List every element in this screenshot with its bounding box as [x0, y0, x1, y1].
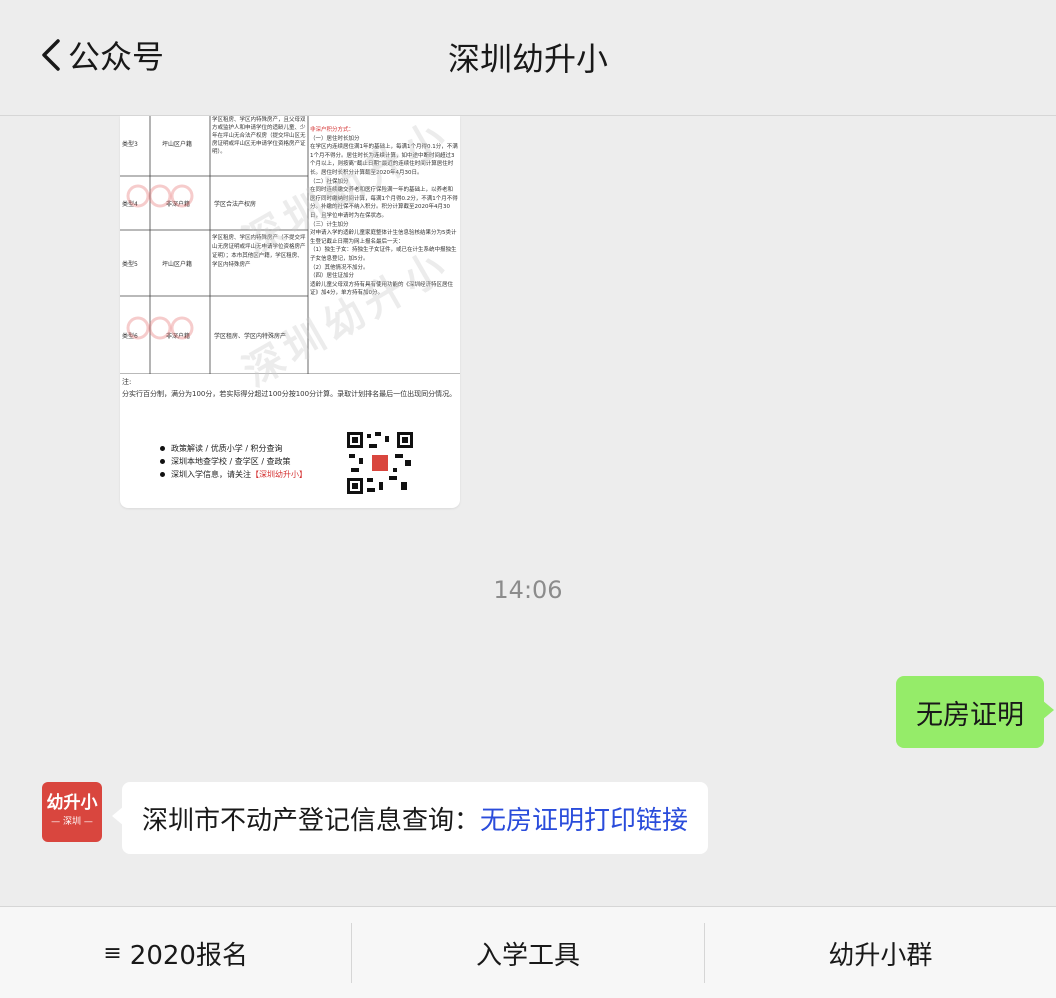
message-text: 深圳市不动产登记信息查询：	[142, 805, 481, 836]
row-huji: 坪山区户籍	[162, 140, 192, 148]
promo-account: 【深圳幼升小】	[251, 470, 307, 479]
page-title: 深圳幼升小	[447, 40, 608, 78]
poster-notes: 注: 分实行百分制，满分为100分，若实际得分超过100分按100分计算。录取计…	[120, 376, 460, 400]
avatar-subtext: — 深圳 —	[51, 817, 93, 827]
avatar-text: 幼升小	[46, 793, 98, 813]
no-property-proof-link[interactable]: 无房证明打印链接	[480, 800, 688, 837]
incoming-message: 深圳市不动产登记信息查询： 无房证明打印链接	[111, 782, 709, 854]
qr-code-icon	[345, 430, 415, 496]
outgoing-message[interactable]: 无房证明	[896, 676, 1054, 748]
poster-image[interactable]: 类型3 坪山区户籍 类型4 非深户籍 学区合法产权房 类型5 坪山区户籍 类型6…	[120, 116, 460, 508]
promo-line: 深圳入学信息，请关注	[171, 470, 251, 479]
chat-area[interactable]: 类型3 坪山区户籍 类型4 非深户籍 学区合法产权房 类型5 坪山区户籍 类型6…	[0, 116, 1056, 906]
menu-icon: ≡	[103, 940, 122, 966]
menu-label: 2020报名	[129, 940, 248, 971]
promo-block: 政策解读 / 优质小学 / 积分查询 深圳本地查学校 / 查学区 / 查政策 深…	[160, 442, 307, 481]
row-huji: 坪山区户籍	[162, 260, 192, 268]
row-type: 类型5	[122, 260, 138, 268]
chat-header: 公众号 深圳幼升小	[0, 0, 1056, 116]
note-label: 注:	[122, 378, 132, 386]
promo-line: 政策解读 / 优质小学 / 积分查询	[171, 444, 283, 453]
note-text: 分实行百分制，满分为100分，若实际得分超过100分按100分计算。录取计划排名…	[122, 390, 457, 398]
avatar[interactable]: 幼升小 — 深圳 —	[42, 782, 102, 842]
menu-label: 幼升小群	[828, 940, 933, 971]
row-desc: 学区租房、学区内特殊房产，且父母双方或监护人和申请学位的适龄儿童、少年在坪山无合…	[212, 117, 306, 155]
row-type: 类型3	[122, 140, 138, 148]
menu-label: 入学工具	[475, 940, 580, 971]
menu-item-registration[interactable]: ≡ 2020报名	[0, 923, 351, 983]
timestamp: 14:06	[493, 576, 563, 604]
menu-item-tools[interactable]: 入学工具	[351, 923, 703, 983]
promo-line: 深圳本地查学校 / 查学区 / 查政策	[171, 457, 291, 466]
bottom-menu: ≡ 2020报名 入学工具 幼升小群	[0, 906, 1056, 998]
menu-item-groups[interactable]: 幼升小群	[703, 923, 1056, 983]
